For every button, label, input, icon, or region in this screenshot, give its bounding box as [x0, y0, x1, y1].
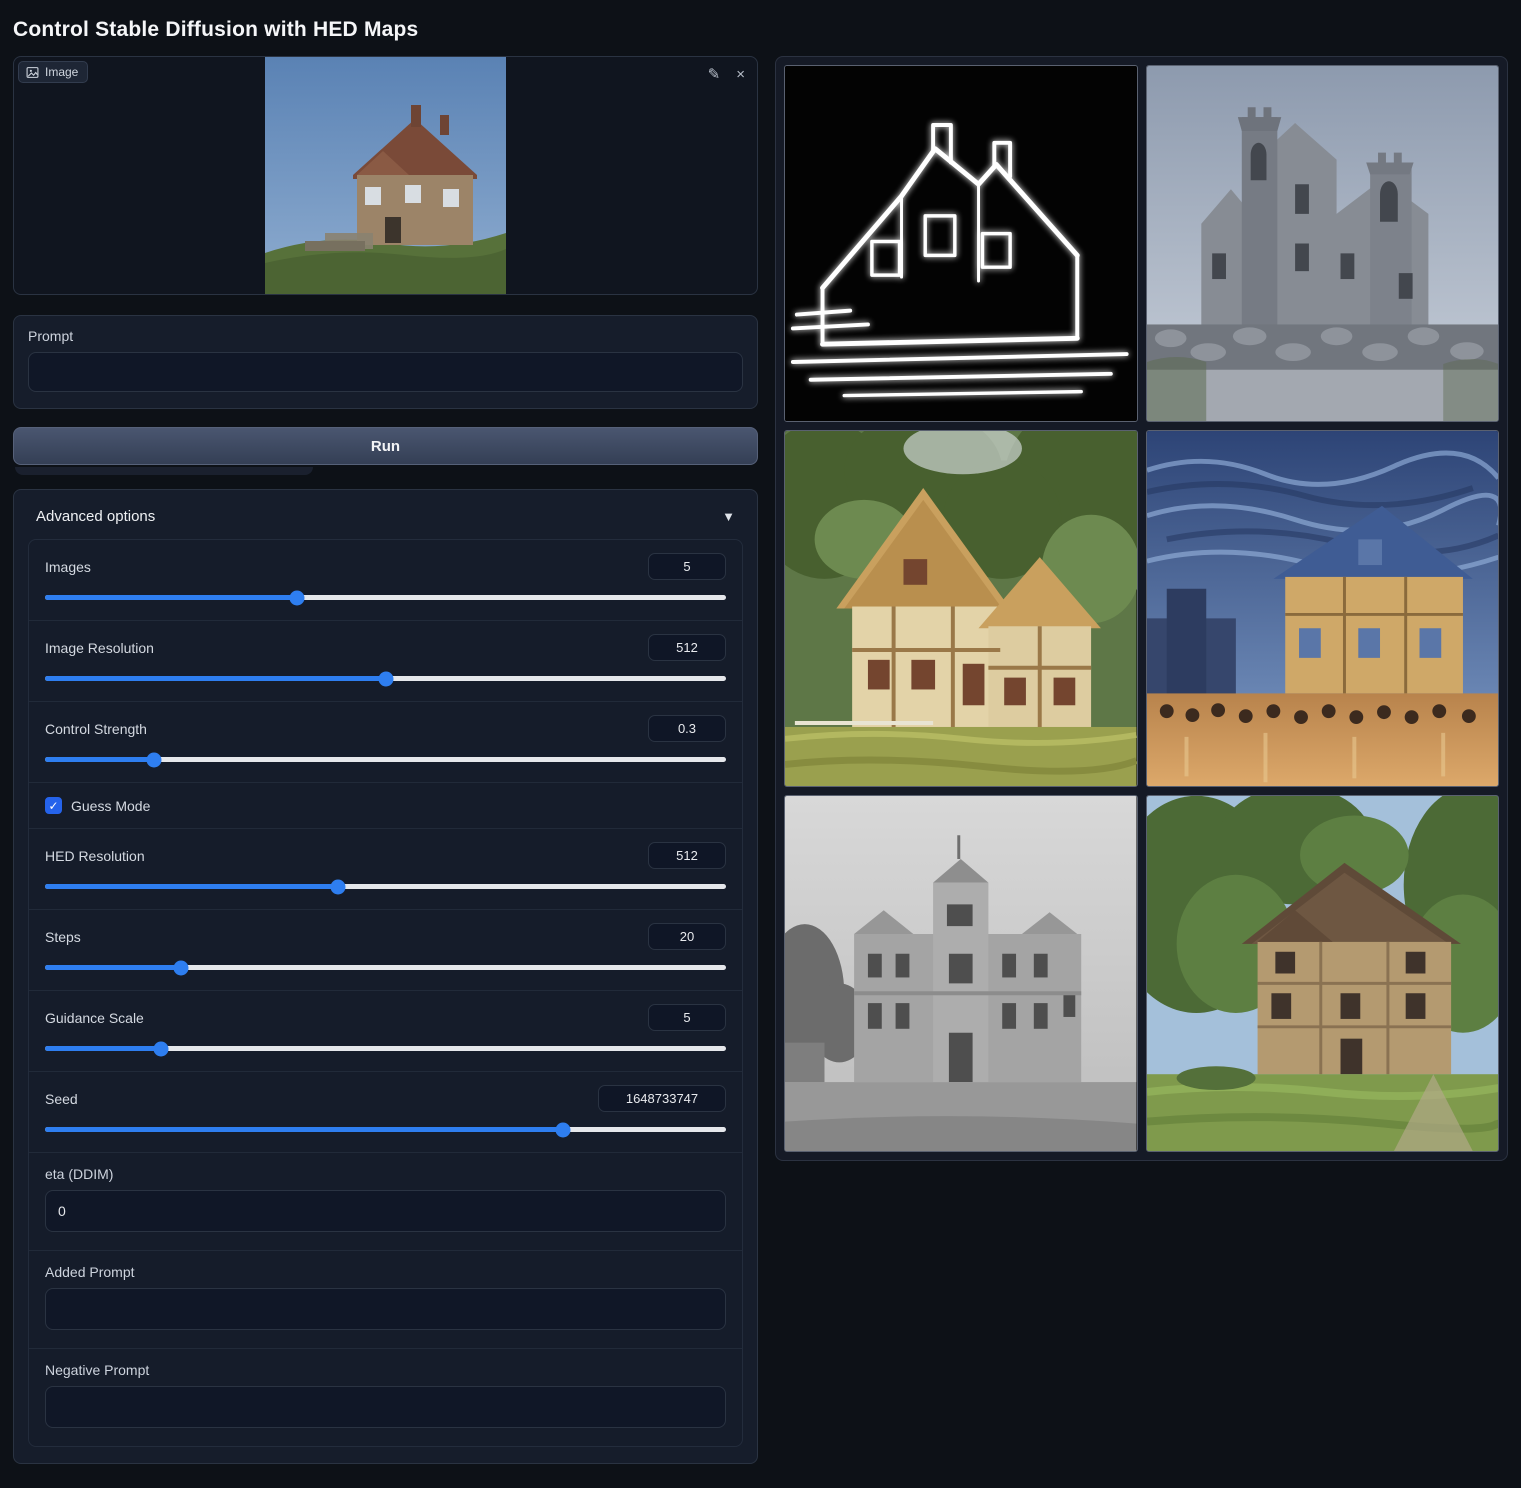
eta-label: eta (DDIM) — [45, 1166, 726, 1182]
hed-resolution-label: HED Resolution — [45, 848, 145, 864]
gallery-item-grayscale-manor[interactable] — [784, 795, 1138, 1152]
image-label: Image — [45, 65, 78, 79]
images-slider[interactable] — [45, 595, 726, 600]
added-prompt-input[interactable] — [45, 1288, 726, 1330]
stone-castle-image — [1147, 66, 1499, 421]
run-button[interactable]: Run — [13, 427, 758, 465]
images-slider-handle[interactable] — [289, 590, 304, 605]
gallery-item-painted-cottage[interactable] — [784, 430, 1138, 787]
painted-cottage-image — [785, 431, 1137, 786]
eta-input[interactable] — [45, 1190, 726, 1232]
chevron-down-icon: ▼ — [722, 509, 735, 524]
guess-mode-row[interactable]: Guess Mode — [29, 782, 742, 828]
slider-row-images: Images — [29, 540, 742, 620]
slider-row-seed: Seed — [29, 1071, 742, 1152]
control-strength-slider[interactable] — [45, 757, 726, 762]
page-title: Control Stable Diffusion with HED Maps — [13, 18, 1508, 42]
seed-slider-handle[interactable] — [555, 1122, 570, 1137]
input-image-house — [265, 57, 506, 295]
prompt-label: Prompt — [28, 328, 743, 344]
hed-resolution-slider[interactable] — [45, 884, 726, 889]
country-house-image — [1147, 796, 1499, 1151]
seed-value-input[interactable] — [598, 1085, 726, 1112]
image-resolution-value-input[interactable] — [648, 634, 726, 661]
steps-slider-handle[interactable] — [174, 960, 189, 975]
gallery-grid — [784, 65, 1499, 1152]
main-layout: Image ✎ × — [13, 56, 1508, 1464]
slider-row-control-strength: Control Strength — [29, 701, 742, 782]
guess-mode-label: Guess Mode — [71, 798, 150, 814]
image-resolution-slider-handle[interactable] — [378, 671, 393, 686]
gallery-item-stone-castle[interactable] — [1146, 65, 1500, 422]
input-image-preview[interactable] — [14, 57, 757, 294]
impressionist-house-image — [1147, 431, 1499, 786]
slider-row-hed-resolution: HED Resolution — [29, 828, 742, 909]
prompt-input[interactable] — [28, 352, 743, 392]
seed-slider[interactable] — [45, 1127, 726, 1132]
run-button-shadow — [15, 467, 313, 475]
hed-edge-map-image — [785, 66, 1137, 421]
image-icon — [26, 66, 39, 79]
image-upload-block[interactable]: Image ✎ × — [13, 56, 758, 295]
eta-row: eta (DDIM) — [29, 1152, 742, 1250]
advanced-options-title: Advanced options — [36, 508, 155, 525]
negative-prompt-row: Negative Prompt — [29, 1348, 742, 1446]
steps-slider[interactable] — [45, 965, 726, 970]
slider-row-steps: Steps — [29, 909, 742, 990]
added-prompt-row: Added Prompt — [29, 1250, 742, 1348]
edit-icon[interactable]: ✎ — [706, 65, 723, 84]
image-actions: ✎ × — [706, 65, 747, 84]
gallery-item-hed-edge-map[interactable] — [784, 65, 1138, 422]
images-value-input[interactable] — [648, 553, 726, 580]
image-resolution-label: Image Resolution — [45, 640, 154, 656]
images-label: Images — [45, 559, 91, 575]
gallery-item-country-house[interactable] — [1146, 795, 1500, 1152]
negative-prompt-label: Negative Prompt — [45, 1362, 726, 1378]
control-strength-slider-handle[interactable] — [146, 752, 161, 767]
negative-prompt-input[interactable] — [45, 1386, 726, 1428]
result-gallery — [775, 56, 1508, 1161]
close-icon[interactable]: × — [734, 65, 747, 84]
guess-mode-checkbox[interactable] — [45, 797, 62, 814]
advanced-options-header[interactable]: Advanced options ▼ — [28, 504, 743, 539]
guidance-scale-slider-handle[interactable] — [153, 1041, 168, 1056]
image-label-badge: Image — [18, 61, 88, 83]
seed-label: Seed — [45, 1091, 78, 1107]
control-strength-value-input[interactable] — [648, 715, 726, 742]
guidance-scale-label: Guidance Scale — [45, 1010, 144, 1026]
guidance-scale-slider[interactable] — [45, 1046, 726, 1051]
slider-row-image-resolution: Image Resolution — [29, 620, 742, 701]
advanced-controls: Images Image Resolution — [28, 539, 743, 1447]
prompt-block: Prompt — [13, 315, 758, 409]
image-resolution-slider[interactable] — [45, 676, 726, 681]
guidance-scale-value-input[interactable] — [648, 1004, 726, 1031]
control-strength-label: Control Strength — [45, 721, 147, 737]
grayscale-manor-image — [785, 796, 1137, 1151]
hed-resolution-value-input[interactable] — [648, 842, 726, 869]
added-prompt-label: Added Prompt — [45, 1264, 726, 1280]
hed-resolution-slider-handle[interactable] — [330, 879, 345, 894]
gallery-item-impressionist-house[interactable] — [1146, 430, 1500, 787]
steps-label: Steps — [45, 929, 81, 945]
controls-column: Image ✎ × — [13, 56, 758, 1464]
slider-row-guidance-scale: Guidance Scale — [29, 990, 742, 1071]
steps-value-input[interactable] — [648, 923, 726, 950]
advanced-options-block: Advanced options ▼ Images — [13, 489, 758, 1464]
